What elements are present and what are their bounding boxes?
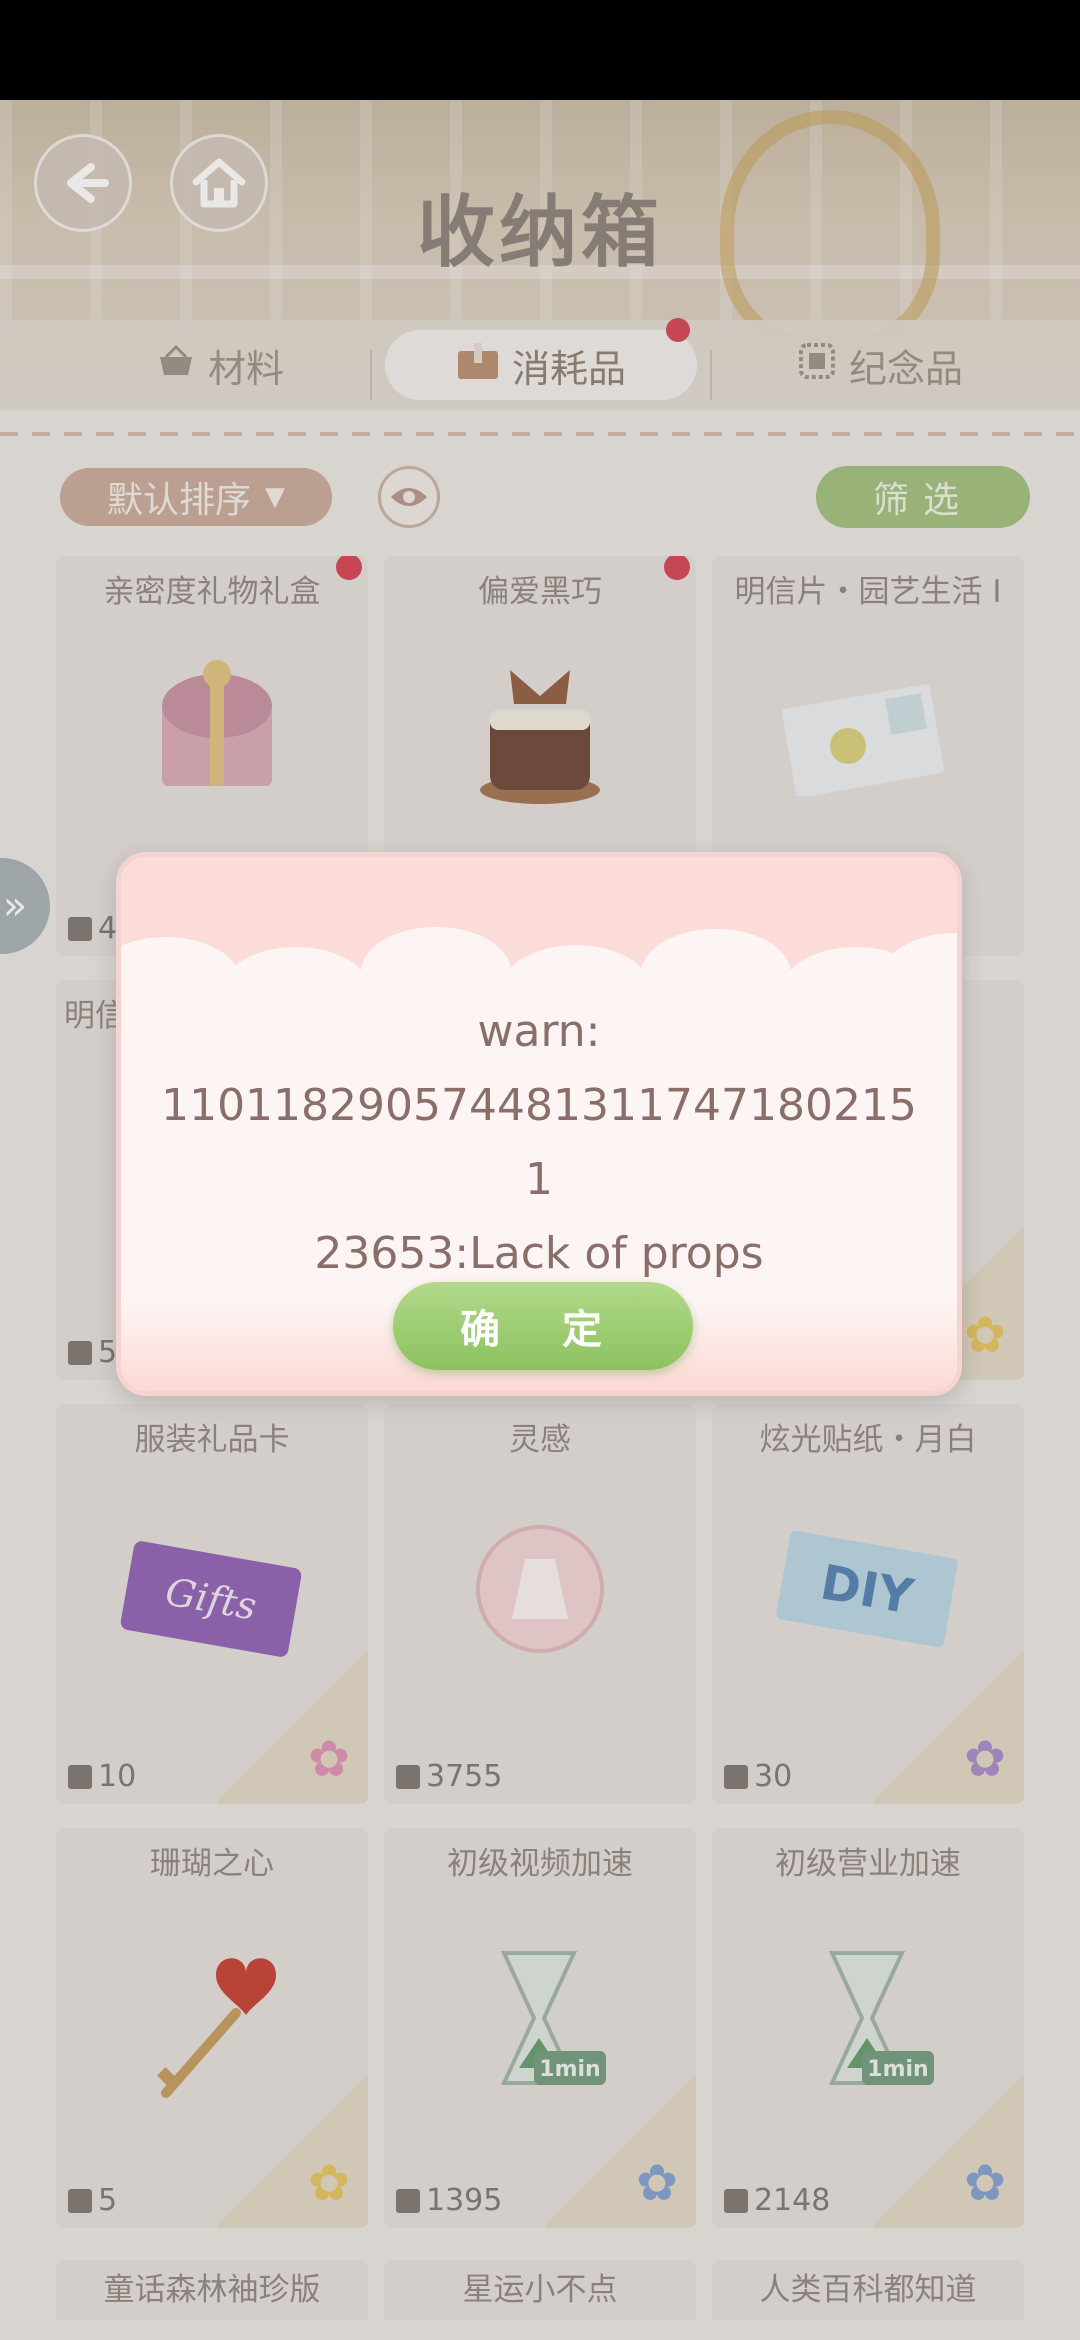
confirm-button[interactable]: 确 定	[393, 1282, 693, 1370]
warning-dialog: warn: 110118290574481311747180215 1 2365…	[116, 852, 962, 1396]
dialog-message: warn: 110118290574481311747180215 1 2365…	[151, 995, 927, 1291]
dialog-message-line: warn:	[477, 1006, 601, 1057]
dialog-message-line: 110118290574481311747180215 1	[161, 1080, 917, 1205]
status-bar	[0, 0, 1080, 100]
dialog-message-line: 23653:Lack of props	[314, 1228, 764, 1279]
